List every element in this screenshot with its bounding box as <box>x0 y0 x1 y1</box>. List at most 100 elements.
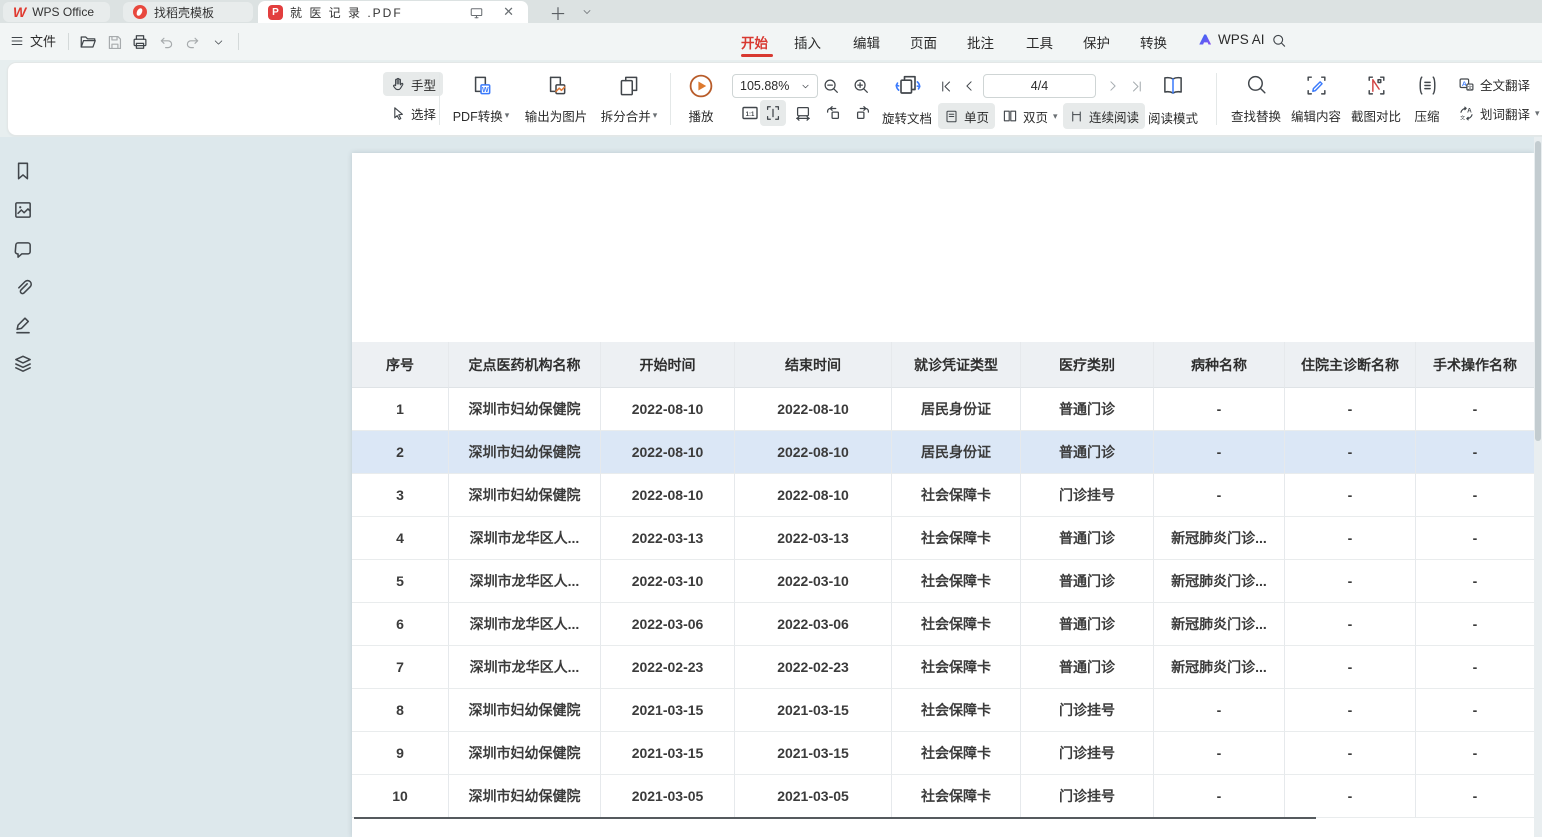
table-cell: 门诊挂号 <box>1021 474 1154 517</box>
single-page-icon <box>944 109 959 124</box>
rotate-left-icon[interactable] <box>820 100 846 126</box>
table-cell: 普通门诊 <box>1021 560 1154 603</box>
new-tab-icon[interactable]: ＋ <box>549 3 567 21</box>
hand-icon <box>390 76 406 92</box>
table-cell: - <box>1154 474 1285 517</box>
svg-text:1:1: 1:1 <box>746 112 755 118</box>
table-body: 1深圳市妇幼保健院2022-08-102022-08-10居民身份证普通门诊--… <box>352 388 1534 818</box>
redo-icon[interactable] <box>181 31 203 53</box>
undo-icon[interactable] <box>155 31 177 53</box>
menu-search-icon[interactable] <box>1268 30 1290 52</box>
menu-item-tools[interactable]: 工具 <box>1026 32 1053 52</box>
table-cell: 2022-08-10 <box>601 388 735 431</box>
select-tool-label: 选择 <box>411 104 436 123</box>
rotate-document-icon[interactable] <box>888 71 928 101</box>
open-folder-icon[interactable] <box>77 31 99 53</box>
table-cell: 门诊挂号 <box>1021 732 1154 775</box>
tab-document[interactable]: P 就 医 记 录 .PDF ✕ <box>258 1 528 23</box>
table-cell: - <box>1285 775 1416 818</box>
thumbnails-icon[interactable] <box>12 199 34 221</box>
quick-access-chevron-icon[interactable] <box>207 31 229 53</box>
table-cell: 2021-03-15 <box>601 732 735 775</box>
tab-docer-templates[interactable]: 找稻壳模板 <box>123 2 253 22</box>
select-tool-button[interactable]: 选择 <box>383 101 443 125</box>
wps-logo-icon: W <box>13 4 25 20</box>
table-cell: 2022-02-23 <box>601 646 735 689</box>
last-page-icon[interactable] <box>1123 73 1149 99</box>
table-cell: - <box>1416 388 1534 431</box>
table-cell: 社会保障卡 <box>892 775 1021 818</box>
single-page-button[interactable]: 单页 <box>938 103 995 129</box>
reading-mode-label[interactable]: 阅读模式 <box>1148 108 1198 127</box>
comment-icon[interactable] <box>12 239 34 261</box>
column-header: 医疗类别 <box>1021 342 1154 388</box>
window-tab-bar: W WPS Office 找稻壳模板 P 就 医 记 录 .PDF ✕ ＋ <box>0 0 1542 23</box>
fit-page-icon[interactable] <box>760 100 786 126</box>
close-tab-icon[interactable]: ✕ <box>503 4 514 20</box>
table-cell: 深圳市妇幼保健院 <box>449 431 601 474</box>
column-header: 手术操作名称 <box>1416 342 1534 388</box>
pdf-convert-button[interactable]: W PDF转换▾ <box>446 69 516 131</box>
table-cell: 2022-08-10 <box>735 388 892 431</box>
column-header: 定点医药机构名称 <box>449 342 601 388</box>
bookmark-icon[interactable] <box>12 160 34 182</box>
hand-tool-button[interactable]: 手型 <box>383 72 443 96</box>
zoom-out-icon[interactable] <box>818 73 844 99</box>
table-cell: 社会保障卡 <box>892 689 1021 732</box>
table-cell: 社会保障卡 <box>892 603 1021 646</box>
menu-item-protect[interactable]: 保护 <box>1083 32 1110 52</box>
play-button[interactable]: 播放 <box>668 69 734 131</box>
layers-icon[interactable] <box>12 353 34 375</box>
word-translate-button[interactable]: A 文 划词翻译 ▾ <box>1451 101 1542 125</box>
scrollbar-thumb[interactable] <box>1535 141 1541 441</box>
table-cell: 深圳市龙华区人... <box>449 517 601 560</box>
table-row: 5深圳市龙华区人...2022-03-102022-03-10社会保障卡普通门诊… <box>352 560 1534 603</box>
rotate-document-label[interactable]: 旋转文档 <box>882 108 932 127</box>
table-cell: - <box>1416 689 1534 732</box>
rotate-right-icon[interactable] <box>850 100 876 126</box>
continuous-reading-button[interactable]: 连续阅读 <box>1063 103 1145 129</box>
previous-page-icon[interactable] <box>956 73 982 99</box>
wps-ai-button[interactable]: WPS AI <box>1198 32 1265 47</box>
table-cell: 普通门诊 <box>1021 603 1154 646</box>
page-number-input[interactable]: 4/4 <box>983 74 1096 98</box>
save-icon[interactable] <box>103 31 125 53</box>
table-cell: 深圳市妇幼保健院 <box>449 388 601 431</box>
table-cell: 深圳市龙华区人... <box>449 646 601 689</box>
table-cell: 2021-03-15 <box>601 689 735 732</box>
menu-item-insert[interactable]: 插入 <box>794 32 821 52</box>
menu-item-edit[interactable]: 编辑 <box>853 32 880 52</box>
print-icon[interactable] <box>129 31 151 53</box>
split-merge-button[interactable]: 拆分合并▾ <box>594 69 664 131</box>
screen-cast-icon[interactable] <box>469 5 484 20</box>
zoom-level-select[interactable]: 105.88% <box>732 74 818 98</box>
file-menu-button[interactable]: 文件 <box>10 31 56 50</box>
column-header: 就诊凭证类型 <box>892 342 1021 388</box>
double-page-button[interactable]: 双页 ▾ <box>996 103 1064 129</box>
table-cell: 3 <box>352 474 449 517</box>
attachment-icon[interactable] <box>12 277 34 299</box>
table-cell: 深圳市龙华区人... <box>449 603 601 646</box>
compress-button[interactable]: 压缩 <box>1398 69 1456 131</box>
signature-pen-icon[interactable] <box>12 314 34 336</box>
svg-text:文: 文 <box>1468 83 1473 90</box>
export-image-button[interactable]: 输出为图片 <box>521 69 591 131</box>
fit-width-icon[interactable] <box>790 100 816 126</box>
tab-wps-home[interactable]: W WPS Office <box>3 2 110 22</box>
table-cell: 2022-08-10 <box>735 431 892 474</box>
tab-list-chevron-icon[interactable] <box>578 3 596 21</box>
table-cell: 新冠肺炎门诊... <box>1154 603 1285 646</box>
menu-item-annotate[interactable]: 批注 <box>967 32 994 52</box>
table-cell: - <box>1154 732 1285 775</box>
active-menu-underline <box>741 54 773 57</box>
full-text-translate-button[interactable]: A 文 全文翻译 <box>1451 72 1537 96</box>
table-cell: 2022-03-06 <box>735 603 892 646</box>
menu-item-home[interactable]: 开始 <box>741 32 768 52</box>
menu-item-page[interactable]: 页面 <box>910 32 937 52</box>
vertical-scrollbar[interactable] <box>1534 137 1542 837</box>
reading-mode-icon[interactable] <box>1156 71 1190 101</box>
table-cell: - <box>1416 474 1534 517</box>
menu-item-convert[interactable]: 转换 <box>1140 32 1167 52</box>
zoom-in-icon[interactable] <box>848 73 874 99</box>
compress-label: 压缩 <box>1414 106 1439 125</box>
